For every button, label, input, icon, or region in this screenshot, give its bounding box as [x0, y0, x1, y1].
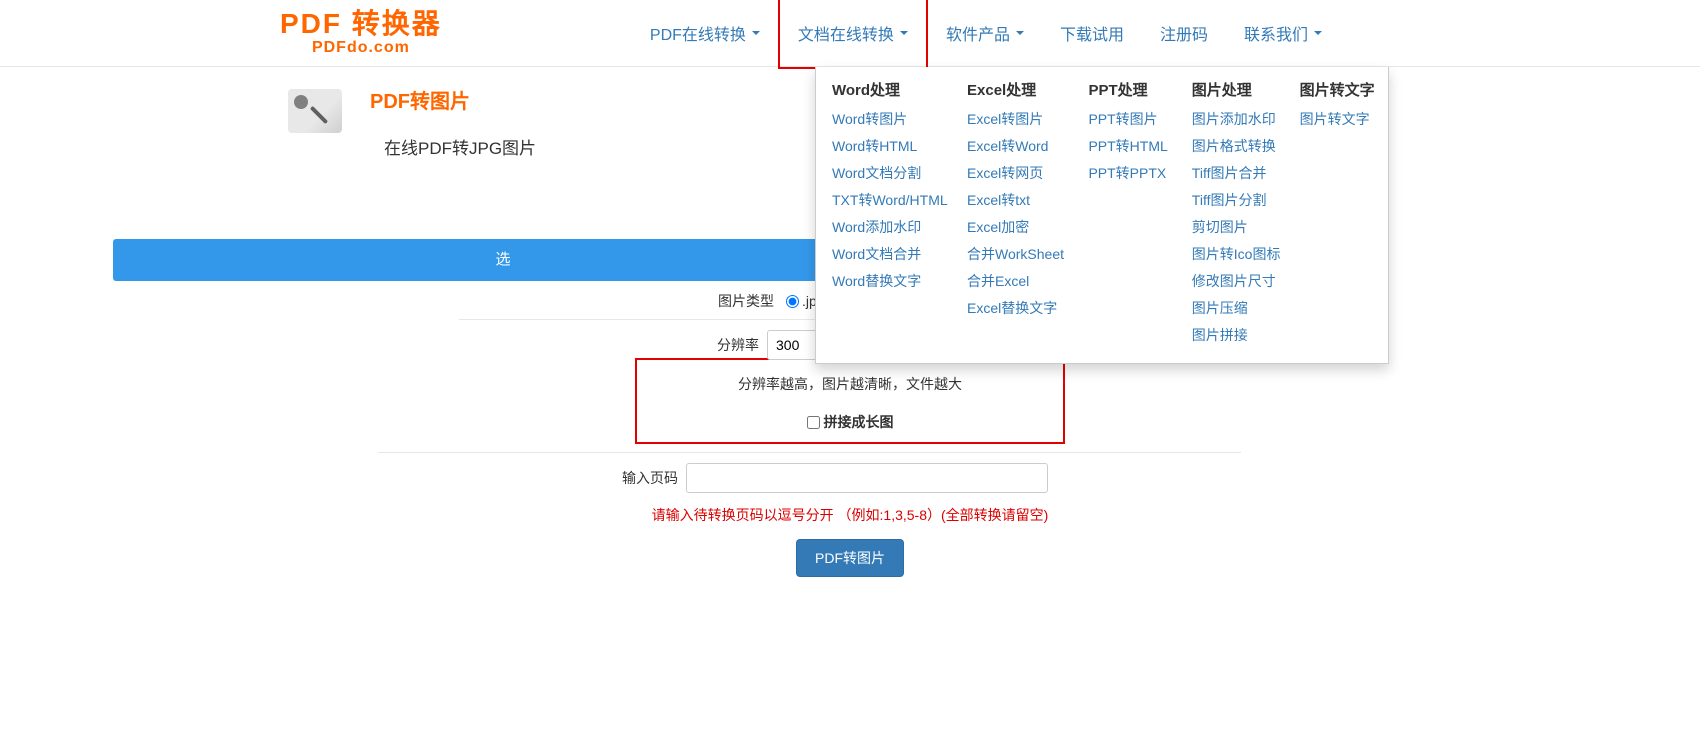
- page-title: PDF转图片: [370, 85, 536, 114]
- caret-icon: [752, 31, 760, 35]
- megamenu-link[interactable]: TXT转Word/HTML: [832, 190, 945, 210]
- nav-item-4[interactable]: 注册码: [1142, 0, 1226, 67]
- megamenu-heading: Excel处理: [967, 79, 1066, 100]
- megamenu-col-0: Word处理 Word转图片 Word转HTML Word文档分割 TXT转Word/H…: [832, 79, 945, 345]
- megamenu-link[interactable]: PPT转PPTX: [1088, 163, 1169, 183]
- megamenu-link[interactable]: 图片压缩: [1192, 298, 1278, 318]
- megamenu-link[interactable]: Tiff图片合并: [1192, 163, 1278, 183]
- megamenu-col-2: PPT处理 PPT转图片 PPT转HTML PPT转PPTX: [1088, 79, 1169, 345]
- concat-label: 拼接成长图: [824, 412, 894, 432]
- megamenu-heading: 图片处理: [1192, 79, 1278, 100]
- megamenu-link[interactable]: 合并Excel: [967, 271, 1066, 291]
- megamenu-link[interactable]: Word替换文字: [832, 271, 945, 291]
- caret-icon: [1016, 31, 1024, 35]
- main-nav: PDF在线转换 文档在线转换 软件产品 下载试用 注册码 联系我们: [632, 0, 1340, 69]
- nav-item-label: PDF在线转换: [650, 21, 746, 45]
- megamenu-link[interactable]: PPT转HTML: [1088, 136, 1169, 156]
- megamenu-col-1: Excel处理 Excel转图片 Excel转Word Excel转网页 Excel转t…: [967, 79, 1066, 345]
- megamenu-link[interactable]: 图片添加水印: [1192, 109, 1278, 129]
- megamenu-link[interactable]: 图片拼接: [1192, 325, 1278, 345]
- megamenu-link[interactable]: Word文档合并: [832, 244, 945, 264]
- image-type-label: 图片类型: [718, 291, 774, 311]
- nav-item-0[interactable]: PDF在线转换: [632, 0, 778, 67]
- pages-label: 输入页码: [378, 468, 678, 488]
- megamenu-link[interactable]: 图片转文字: [1300, 109, 1372, 129]
- megamenu-link[interactable]: 修改图片尺寸: [1192, 271, 1278, 291]
- megamenu-link[interactable]: 图片格式转换: [1192, 136, 1278, 156]
- resolution-hint: 分辨率越高，图片越清晰，文件越大: [637, 374, 1063, 394]
- megamenu-heading: 图片转文字: [1300, 79, 1372, 100]
- megamenu-col-3: 图片处理图片添加水印图片格式转换 Tiff图片合并 Tiff图片分割剪切图片图片转I…: [1192, 79, 1278, 345]
- upload-button[interactable]: 选: [113, 239, 893, 281]
- megamenu-link[interactable]: Word转图片: [832, 109, 945, 129]
- pages-hint: 请输入待转换页码以逗号分开 （例如:1,3,5-8）(全部转换请留空): [459, 505, 1241, 525]
- megamenu-link[interactable]: 合并WorkSheet: [967, 244, 1066, 264]
- nav-item-2[interactable]: 软件产品: [928, 0, 1042, 67]
- nav-item-label: 下载试用: [1060, 21, 1124, 45]
- image-type-radio[interactable]: [786, 295, 799, 308]
- megamenu-heading: PPT处理: [1088, 79, 1169, 100]
- logo-subtitle: PDFdo.com: [312, 39, 410, 57]
- logo[interactable]: PDF 转换器 PDFdo.com: [280, 9, 442, 58]
- resolution-label: 分辨率: [459, 335, 759, 355]
- submit-button[interactable]: PDF转图片: [796, 539, 904, 577]
- megamenu-link[interactable]: Excel替换文字: [967, 298, 1066, 318]
- megamenu-heading: Word处理: [832, 79, 945, 100]
- tool-icon: [288, 89, 342, 133]
- pages-row: 输入页码: [378, 452, 1241, 493]
- nav-item-1[interactable]: 文档在线转换: [778, 0, 928, 69]
- megamenu-link[interactable]: Excel转txt: [967, 190, 1066, 210]
- megamenu-link[interactable]: PPT转图片: [1088, 109, 1169, 129]
- megamenu-link[interactable]: Word转HTML: [832, 136, 945, 156]
- doc-convert-megamenu: Word处理 Word转图片 Word转HTML Word文档分割 TXT转Word/H…: [815, 67, 1389, 364]
- concat-checkbox-row: 拼接成长图: [637, 412, 1063, 432]
- nav-item-label: 联系我们: [1244, 21, 1308, 45]
- megamenu-link[interactable]: Excel转网页: [967, 163, 1066, 183]
- nav-item-label: 文档在线转换: [798, 21, 894, 45]
- megamenu-link[interactable]: Word文档分割: [832, 163, 945, 183]
- logo-title: PDF 转换器: [280, 9, 442, 40]
- nav-item-5[interactable]: 联系我们: [1226, 0, 1340, 67]
- nav-item-label: 注册码: [1160, 21, 1208, 45]
- megamenu-link[interactable]: Excel转图片: [967, 109, 1066, 129]
- megamenu-link[interactable]: Excel转Word: [967, 136, 1066, 156]
- concat-checkbox[interactable]: [807, 416, 820, 429]
- megamenu-link[interactable]: 图片转Ico图标: [1192, 244, 1278, 264]
- megamenu-link[interactable]: Tiff图片分割: [1192, 190, 1278, 210]
- caret-icon: [900, 31, 908, 35]
- megamenu-link[interactable]: 剪切图片: [1192, 217, 1278, 237]
- pages-input[interactable]: [686, 463, 1048, 493]
- caret-icon: [1314, 31, 1322, 35]
- header: PDF 转换器 PDFdo.com PDF在线转换 文档在线转换 软件产品 下载试用 注…: [0, 0, 1700, 67]
- megamenu-link[interactable]: Word添加水印: [832, 217, 945, 237]
- nav-item-label: 软件产品: [946, 21, 1010, 45]
- nav-item-3[interactable]: 下载试用: [1042, 0, 1142, 67]
- megamenu-col-4: 图片转文字图片转文字: [1300, 79, 1372, 345]
- highlighted-options-box: 分辨率越高，图片越清晰，文件越大 拼接成长图: [635, 358, 1065, 444]
- megamenu-link[interactable]: Excel加密: [967, 217, 1066, 237]
- page-subtitle: 在线PDF转JPG图片: [384, 134, 536, 159]
